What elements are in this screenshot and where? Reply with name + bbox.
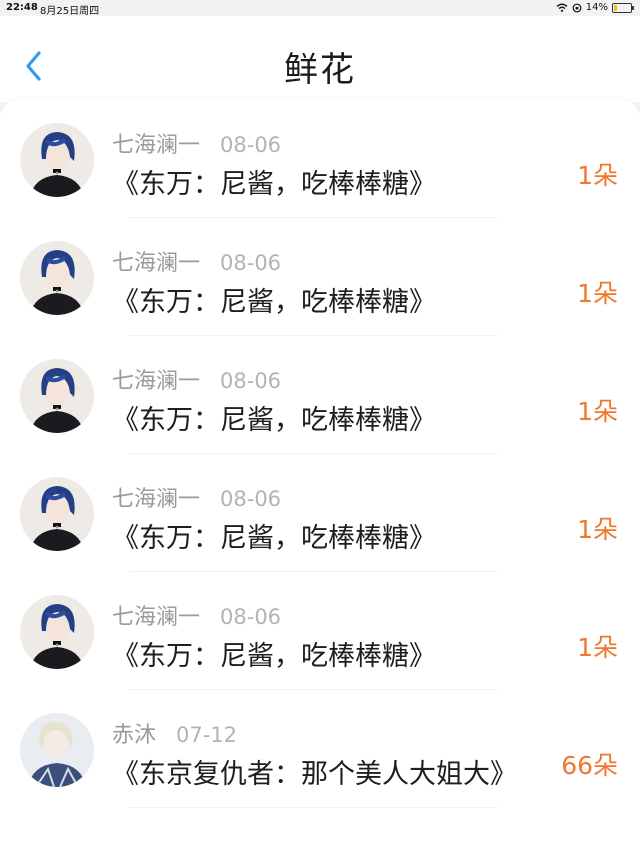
item-meta: 七海澜一 08-06 [112, 363, 281, 395]
item-meta: 七海澜一 08-06 [112, 245, 281, 277]
item-date: 08-06 [220, 487, 282, 511]
status-right: 14% [556, 2, 634, 13]
status-date: 8月25日周四 [40, 6, 100, 17]
flower-count: 1朵 [577, 515, 618, 544]
book-title[interactable]: 《东万：尼酱，吃棒棒糖》 [112, 280, 436, 319]
orientation-lock-icon [572, 3, 582, 12]
item-date: 08-06 [220, 369, 282, 393]
flower-count: 66朵 [561, 751, 618, 780]
book-title[interactable]: 《东万：尼酱，吃棒棒糖》 [112, 516, 436, 555]
avatar[interactable] [20, 123, 94, 197]
item-date: 08-06 [220, 133, 282, 157]
item-meta: 七海澜一 08-06 [112, 127, 281, 159]
item-date: 08-06 [220, 605, 282, 629]
page-title: 鲜花 [284, 50, 356, 90]
silver-hair-avatar-icon [20, 713, 94, 787]
list-item[interactable]: 七海澜一 08-06 《东万：尼酱，吃棒棒糖》 1朵 [0, 336, 640, 454]
flower-count: 1朵 [577, 279, 618, 308]
list-item[interactable]: 七海澜一 08-06 《东万：尼酱，吃棒棒糖》 1朵 [0, 454, 640, 572]
status-bar: 22:48 8月25日周四 14% [0, 0, 640, 17]
wifi-icon [556, 3, 568, 12]
item-meta: 赤沐 07-12 [112, 717, 237, 749]
blue-hair-avatar-icon [20, 359, 94, 433]
flower-count: 1朵 [577, 397, 618, 426]
row-divider [130, 807, 498, 808]
battery-fill [614, 4, 617, 11]
item-date: 08-06 [220, 251, 282, 275]
user-name[interactable]: 七海澜一 [112, 133, 200, 158]
list-item[interactable]: 七海澜一 08-06 《东万：尼酱，吃棒棒糖》 1朵 [0, 572, 640, 690]
avatar[interactable] [20, 359, 94, 433]
avatar[interactable] [20, 477, 94, 551]
list-item[interactable]: 七海澜一 08-06 《东万：尼酱，吃棒棒糖》 1朵 [0, 218, 640, 336]
item-meta: 七海澜一 08-06 [112, 481, 281, 513]
user-name[interactable]: 七海澜一 [112, 369, 200, 394]
avatar[interactable] [20, 241, 94, 315]
status-time: 22:48 [6, 2, 38, 13]
book-title[interactable]: 《东京复仇者：那个美人大姐大》 [112, 752, 517, 791]
item-date: 07-12 [176, 723, 238, 747]
flower-count: 1朵 [577, 161, 618, 190]
blue-hair-avatar-icon [20, 477, 94, 551]
book-title[interactable]: 《东万：尼酱，吃棒棒糖》 [112, 162, 436, 201]
item-meta: 七海澜一 08-06 [112, 599, 281, 631]
user-name[interactable]: 七海澜一 [112, 251, 200, 276]
list-item[interactable]: 七海澜一 08-06 《东万：尼酱，吃棒棒糖》 1朵 [0, 100, 640, 218]
battery-charging-icon [612, 2, 634, 13]
user-name[interactable]: 七海澜一 [112, 605, 200, 630]
blue-hair-avatar-icon [20, 241, 94, 315]
flower-list: 七海澜一 08-06 《东万：尼酱，吃棒棒糖》 1朵 七海澜一 08-06 《东万：… [0, 100, 640, 860]
avatar[interactable] [20, 713, 94, 787]
blue-hair-avatar-icon [20, 595, 94, 669]
nav-bar: 鲜花 [0, 16, 640, 102]
book-title[interactable]: 《东万：尼酱，吃棒棒糖》 [112, 398, 436, 437]
battery-percent: 14% [585, 2, 608, 13]
book-title[interactable]: 《东万：尼酱，吃棒棒糖》 [112, 634, 436, 673]
flower-count: 1朵 [577, 633, 618, 662]
blue-hair-avatar-icon [20, 123, 94, 197]
user-name[interactable]: 七海澜一 [112, 487, 200, 512]
avatar[interactable] [20, 595, 94, 669]
user-name[interactable]: 赤沐 [112, 723, 156, 748]
list-item[interactable]: 赤沐 07-12 《东京复仇者：那个美人大姐大》 66朵 [0, 690, 640, 808]
